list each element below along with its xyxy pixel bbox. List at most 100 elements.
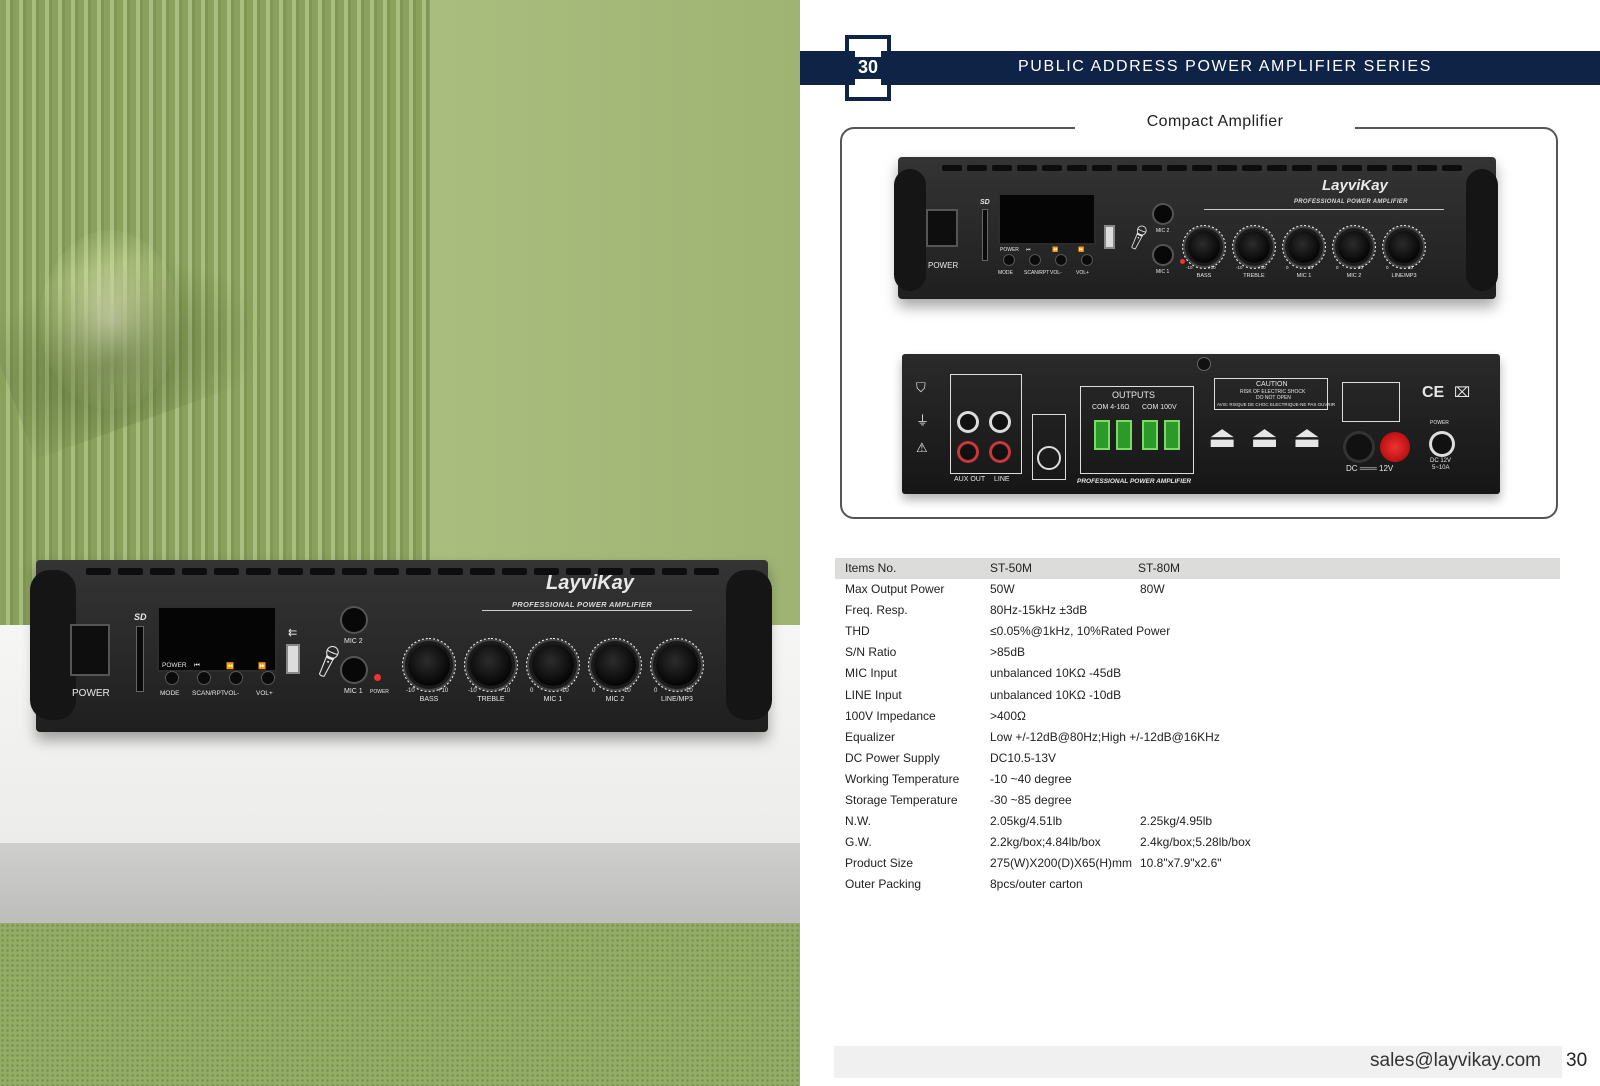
knob-min-label: -10 [1186,265,1193,270]
battery-icon [1342,382,1400,422]
knob-treble[interactable] [1238,231,1270,263]
knob-min-label: -10 [406,688,415,694]
ce-mark: CE [1422,384,1445,401]
front-button[interactable] [1004,255,1014,265]
knob-mic-2[interactable] [1338,231,1370,263]
front-button[interactable] [1030,255,1040,265]
spec-row: Storage Temperature -30 ~85 degree [835,790,1560,811]
knob-label: MIC 2 [605,696,625,703]
spec-row: Outer Packing 8pcs/outer carton [835,874,1560,895]
com-4-16-label: COM 4-16Ω [1092,404,1130,411]
caution-sub2: DO NOT OPEN [1256,395,1291,401]
spec-value-a: 2.2kg/box;4.84lb/box [990,835,1101,850]
spec-value-a: -30 ~85 degree [990,793,1072,808]
spec-value-a: ≤0.05%@1kHz, 10%Rated Power [990,624,1171,639]
knob-line-mp3[interactable] [656,644,698,686]
power-led-label: POWER [370,689,389,695]
button-top-label: ⏪ [1052,247,1059,253]
spec-row: DC Power Supply DC10.5-13V [835,748,1560,769]
front-button[interactable] [198,672,210,684]
knob-label: TREBLE [477,696,505,703]
vent-slot [1342,165,1362,171]
knob-max-label: 10 [1358,265,1364,270]
spec-value-a: unbalanced 10KΩ -45dB [990,666,1122,681]
button-bottom-label: MODE [160,690,180,697]
section-title: Compact Amplifier [1075,113,1355,131]
front-button[interactable] [1082,255,1092,265]
button-bottom-label: SCAN/RPT [1024,270,1050,276]
knob-bass[interactable] [1188,231,1220,263]
vent-slot [1417,165,1437,171]
knob-max-label: 10 [1408,265,1414,270]
page-number: 30 [857,57,879,77]
power-switch [70,624,110,676]
spec-value-b: 10.8"x7.9"x2.6" [1140,856,1222,871]
knob-bass[interactable] [408,644,450,686]
knob-treble[interactable] [470,644,512,686]
outputs-label: OUTPUTS [1112,390,1156,400]
knob-min-label: 0 [592,688,596,694]
knob-max-label: 10 [624,688,631,694]
button-top-label: ⏪ [226,663,235,670]
vent-slot [150,568,175,575]
front-button[interactable] [166,672,178,684]
series-title: PUBLIC ADDRESS POWER AMPLIFIER SERIES [1018,58,1432,75]
knob-max-label: +10 [500,688,511,694]
vent-slot [1442,165,1462,171]
mic1-label-small: MIC 1 [1156,269,1170,275]
front-button[interactable] [1056,255,1066,265]
speaker-horn-icons: ⏏⏏⏏ [1208,421,1336,454]
sd-label: SD [134,612,147,622]
header-label: Items No. [845,561,897,575]
spec-table: Items No. ST-50M ST-80M Max Output Power… [835,558,1560,896]
spec-row: N.W. 2.05kg/4.51lb 2.25kg/4.95lb [835,811,1560,832]
dc-spec1: DC 12V [1430,458,1452,464]
spec-row: Max Output Power 50W 80W [835,579,1560,600]
knob-line-mp3[interactable] [1388,231,1420,263]
knob-mic-2[interactable] [594,644,636,686]
mic2-jack-small [1154,205,1172,223]
vent-slot [118,568,143,575]
spec-row: Equalizer Low +/-12dB@80Hz;High +/-12dB@1… [835,727,1560,748]
negative-terminal [1346,434,1372,460]
front-button[interactable] [262,672,274,684]
vent-slot [246,568,271,575]
header-model-b: ST-80M [1138,561,1181,575]
spec-value-a: 8pcs/outer carton [990,877,1083,892]
spec-value-a: 50W [990,582,1015,597]
rear-tagline: PROFESSIONAL POWER AMPLIFIER [1077,478,1192,485]
vent-slot [1317,165,1337,171]
knob-min-label: 0 [654,688,658,694]
amplifier-front-large: POWER SD ⇇ 🎤︎ POWER MODE ⏮ SCAN/RPT ⏪ VOL- ⏩ VO… [30,560,772,732]
dc-12v-label: DC ═══ 12V [1346,464,1394,473]
front-button[interactable] [230,672,242,684]
warning-icon: ⚠ [916,440,928,455]
spec-label: Outer Packing [845,877,922,892]
knob-max-label: 10 [1308,265,1314,270]
knob-min-label: 0 [1386,265,1389,270]
brand-logo-small: LayviKay [1322,177,1388,194]
knob-mic-1[interactable] [1288,231,1320,263]
vent-slot [214,568,239,575]
com-100v-label: COM 100V [1142,404,1177,411]
spec-row: G.W. 2.2kg/box;4.84lb/box 2.4kg/box;5.28lb… [835,832,1560,853]
knob-label: MIC 1 [543,696,563,703]
spec-label: N.W. [845,814,871,829]
spec-label: Freq. Resp. [845,603,908,618]
vent-slot [342,568,367,575]
knob-label: MIC 2 [1346,273,1362,279]
spec-value-a: >400Ω [990,708,1026,723]
brand-logo: LayviKay [546,572,634,594]
shield-icon: ⛉ [916,380,926,395]
spec-label: THD [845,624,870,639]
footer-page-number: 30 [1566,1050,1588,1071]
contact-email[interactable]: sales@layvikay.com [1370,1050,1541,1072]
header-model-a: ST-50M [990,561,1033,575]
knob-label: BASS [419,696,439,703]
mic1-label: MIC 1 [344,688,363,695]
spec-value-a: DC10.5-13V [990,750,1057,765]
vent-slot [1367,165,1387,171]
spec-table-header: Items No. ST-50M ST-80M [835,558,1560,580]
knob-mic-1[interactable] [532,644,574,686]
vent-slot [694,568,719,575]
